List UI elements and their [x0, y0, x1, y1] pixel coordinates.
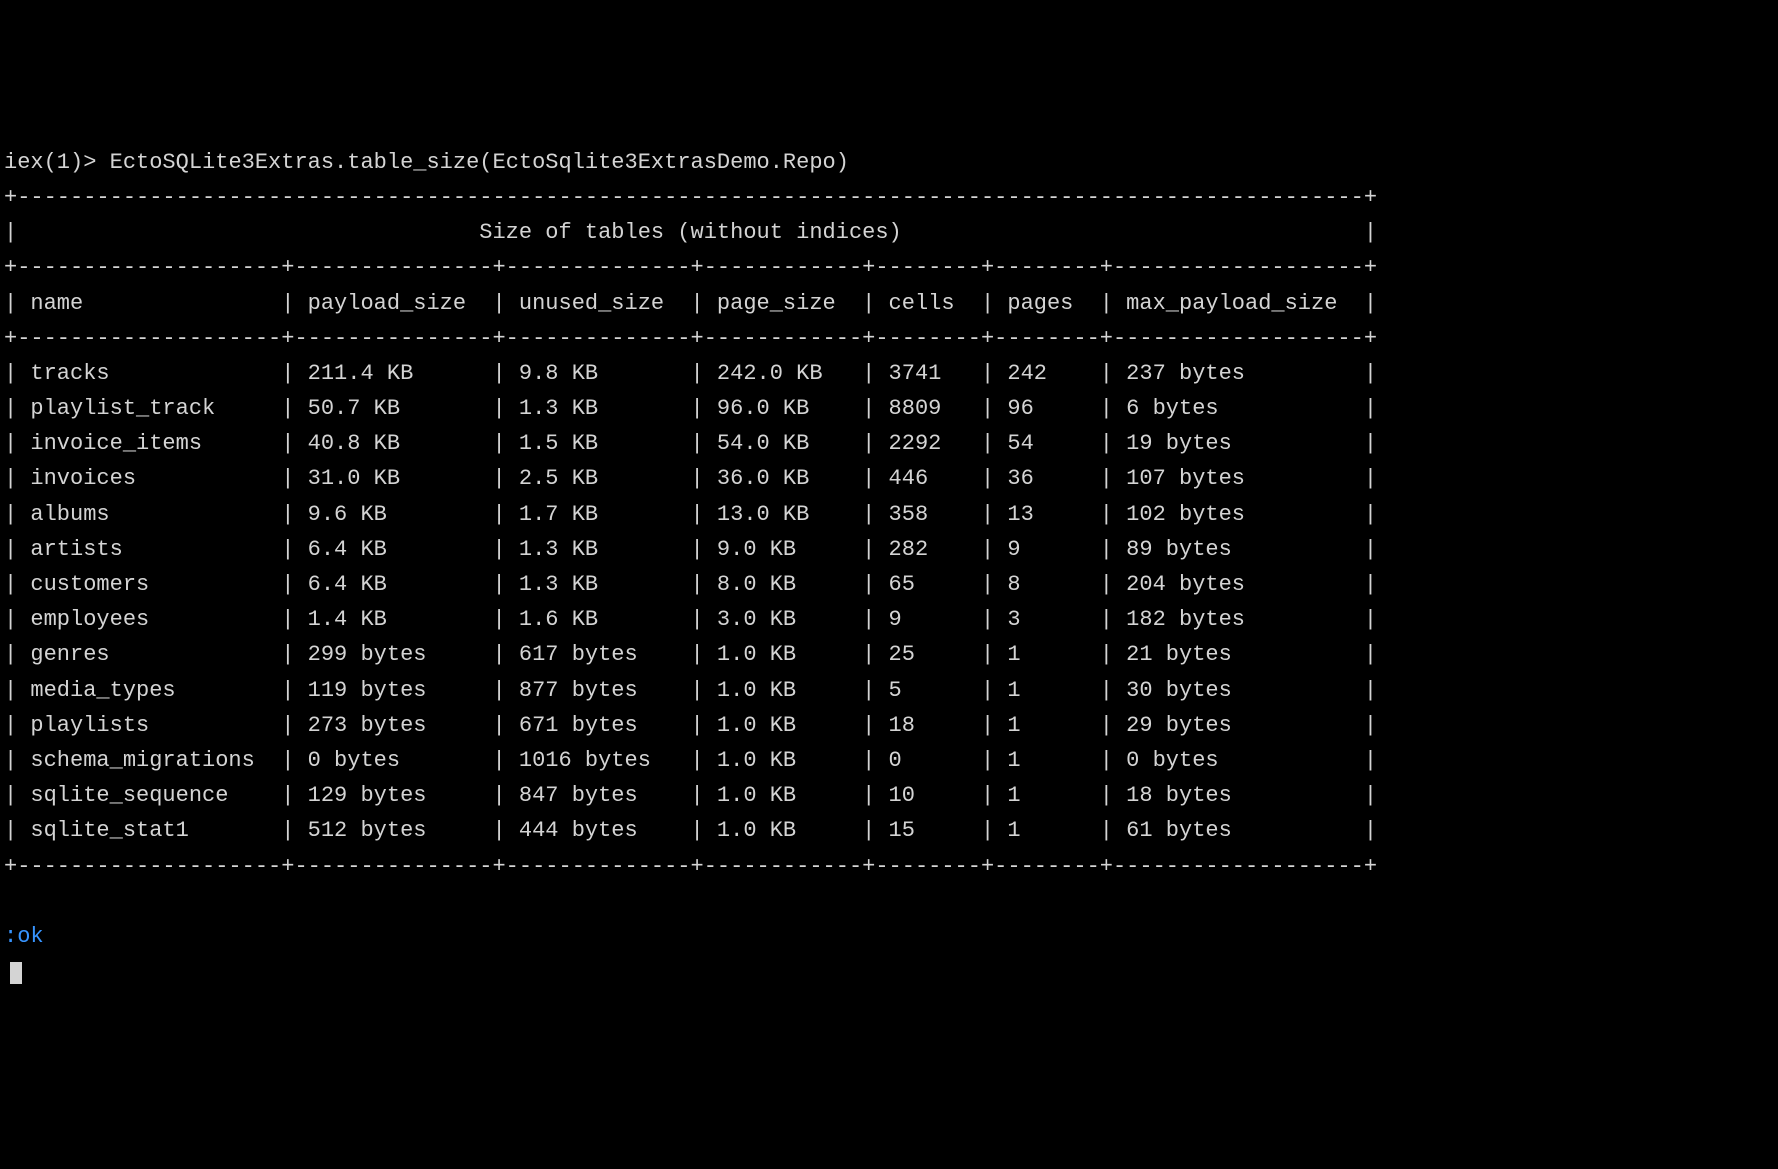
terminal-output: iex(1)> EctoSQLite3Extras.table_size(Ect…: [4, 145, 1774, 990]
cursor: [10, 962, 22, 984]
command-text: EctoSQLite3Extras.table_size(EctoSqlite3…: [110, 150, 849, 175]
iex-prompt: iex(1)>: [4, 150, 110, 175]
result-atom: :ok: [4, 924, 44, 949]
ascii-table: +---------------------------------------…: [4, 185, 1377, 879]
